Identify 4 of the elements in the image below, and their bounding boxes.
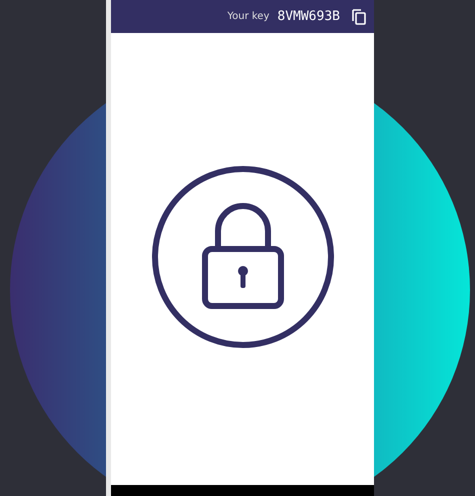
copy-icon[interactable] bbox=[352, 8, 366, 24]
key-label: Your key bbox=[227, 11, 270, 22]
key-value: 8VMW693B bbox=[277, 9, 340, 24]
padlock-icon bbox=[150, 165, 334, 349]
